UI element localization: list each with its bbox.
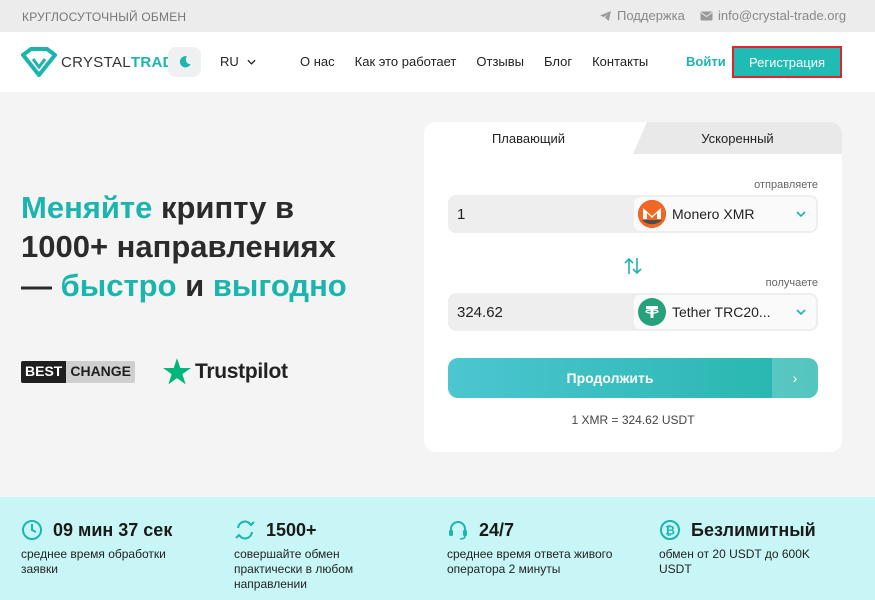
receive-amount-input[interactable]: 324.62 — [457, 304, 503, 321]
receive-label: получаете — [765, 277, 818, 289]
svg-text:₿: ₿ — [665, 524, 675, 538]
support-link[interactable]: Поддержка — [599, 8, 685, 23]
logo-text: CRYSTALTRADE — [61, 53, 185, 71]
tab-fast[interactable]: Ускоренный — [633, 122, 842, 154]
clock-icon — [22, 520, 42, 540]
theme-toggle-button[interactable] — [168, 47, 201, 77]
swap-icon[interactable] — [624, 256, 642, 276]
exchange-rate: 1 XMR = 324.62 USDT — [571, 413, 695, 427]
nav-contacts[interactable]: Контакты — [592, 54, 648, 69]
stat-desc: обмен от 20 USDT до 600K USDT — [659, 547, 810, 576]
crystal-logo-icon — [21, 47, 57, 77]
stat-desc: среднее время обработки заявки — [21, 547, 166, 576]
tagline: КРУГЛОСУТОЧНЫЙ ОБМЕН — [22, 10, 187, 24]
mail-icon — [700, 11, 713, 20]
tether-icon — [638, 298, 666, 326]
moon-icon — [179, 56, 191, 68]
chevron-down-icon — [796, 309, 806, 315]
nav-reviews[interactable]: Отзывы — [476, 54, 524, 69]
support-label: Поддержка — [617, 8, 685, 23]
stat-processing-time: 09 мин 37 сек среднее время обработки за… — [21, 519, 221, 577]
stat-title: 24/7 — [479, 519, 515, 540]
send-label: отправляете — [754, 179, 818, 191]
stats-section: 09 мин 37 сек среднее время обработки за… — [0, 497, 875, 600]
receive-currency-select[interactable]: Tether TRC20... — [634, 295, 816, 329]
star-icon — [163, 358, 191, 385]
chevron-down-icon — [796, 211, 806, 217]
stat-desc: среднее время ответа живого оператора 2 … — [447, 547, 613, 576]
chevron-down-icon — [247, 59, 256, 65]
exchange-icon — [235, 520, 255, 540]
stat-title: Безлимитный — [691, 519, 816, 540]
language-select[interactable]: RU — [220, 54, 256, 69]
tab-notch — [633, 122, 647, 154]
monero-icon — [638, 200, 666, 228]
stat-directions: 1500+ совершайте обмен практически в люб… — [234, 519, 434, 592]
bitcoin-icon: ₿ — [660, 520, 680, 540]
send-field: 1 Monero XMR — [448, 195, 818, 233]
send-currency-select[interactable]: Monero XMR — [634, 197, 816, 231]
nav-about[interactable]: О нас — [300, 54, 335, 69]
stat-unlimited: ₿ Безлимитный обмен от 20 USDT до 600K U… — [659, 519, 859, 577]
email-label: info@crystal-trade.org — [718, 8, 847, 23]
send-currency-name: Monero XMR — [672, 206, 755, 222]
hero-title: Меняйте крипту в 1000+ направлениях — бы… — [21, 190, 347, 303]
receive-currency-name: Tether TRC20... — [672, 304, 771, 320]
send-amount-input[interactable]: 1 — [457, 206, 465, 223]
bestchange-logo[interactable]: BEST CHANGE — [21, 361, 136, 383]
receive-field: 324.62 Tether TRC20... — [448, 293, 818, 331]
trustpilot-logo[interactable]: Trustpilot — [163, 358, 288, 385]
nav-blog[interactable]: Блог — [544, 54, 572, 69]
stat-support: 24/7 среднее время ответа живого операто… — [447, 519, 647, 577]
chevron-right-icon: › — [772, 358, 818, 398]
stat-title: 09 мин 37 сек — [53, 519, 173, 540]
main-nav: О нас Как это работает Отзывы Блог Конта… — [300, 54, 648, 69]
top-bar: КРУГЛОСУТОЧНЫЙ ОБМЕН Поддержка info@crys… — [0, 0, 875, 32]
register-button[interactable]: Регистрация — [732, 46, 842, 78]
headset-icon — [449, 521, 467, 540]
continue-label: Продолжить — [566, 370, 654, 386]
stat-desc: совершайте обмен практически в любом нап… — [234, 547, 354, 591]
language-value: RU — [220, 54, 239, 69]
telegram-icon — [600, 10, 611, 21]
nav-how-it-works[interactable]: Как это работает — [355, 54, 457, 69]
continue-button[interactable]: Продолжить › — [448, 358, 818, 398]
email-link[interactable]: info@crystal-trade.org — [700, 8, 846, 23]
logo[interactable]: CRYSTALTRADE — [21, 47, 184, 77]
login-link[interactable]: Войти — [686, 54, 726, 69]
exchange-card: Ускоренный Плавающий отправляете 1 Moner… — [424, 122, 842, 452]
tab-floating[interactable]: Плавающий — [424, 122, 633, 154]
stat-title: 1500+ — [266, 519, 317, 540]
